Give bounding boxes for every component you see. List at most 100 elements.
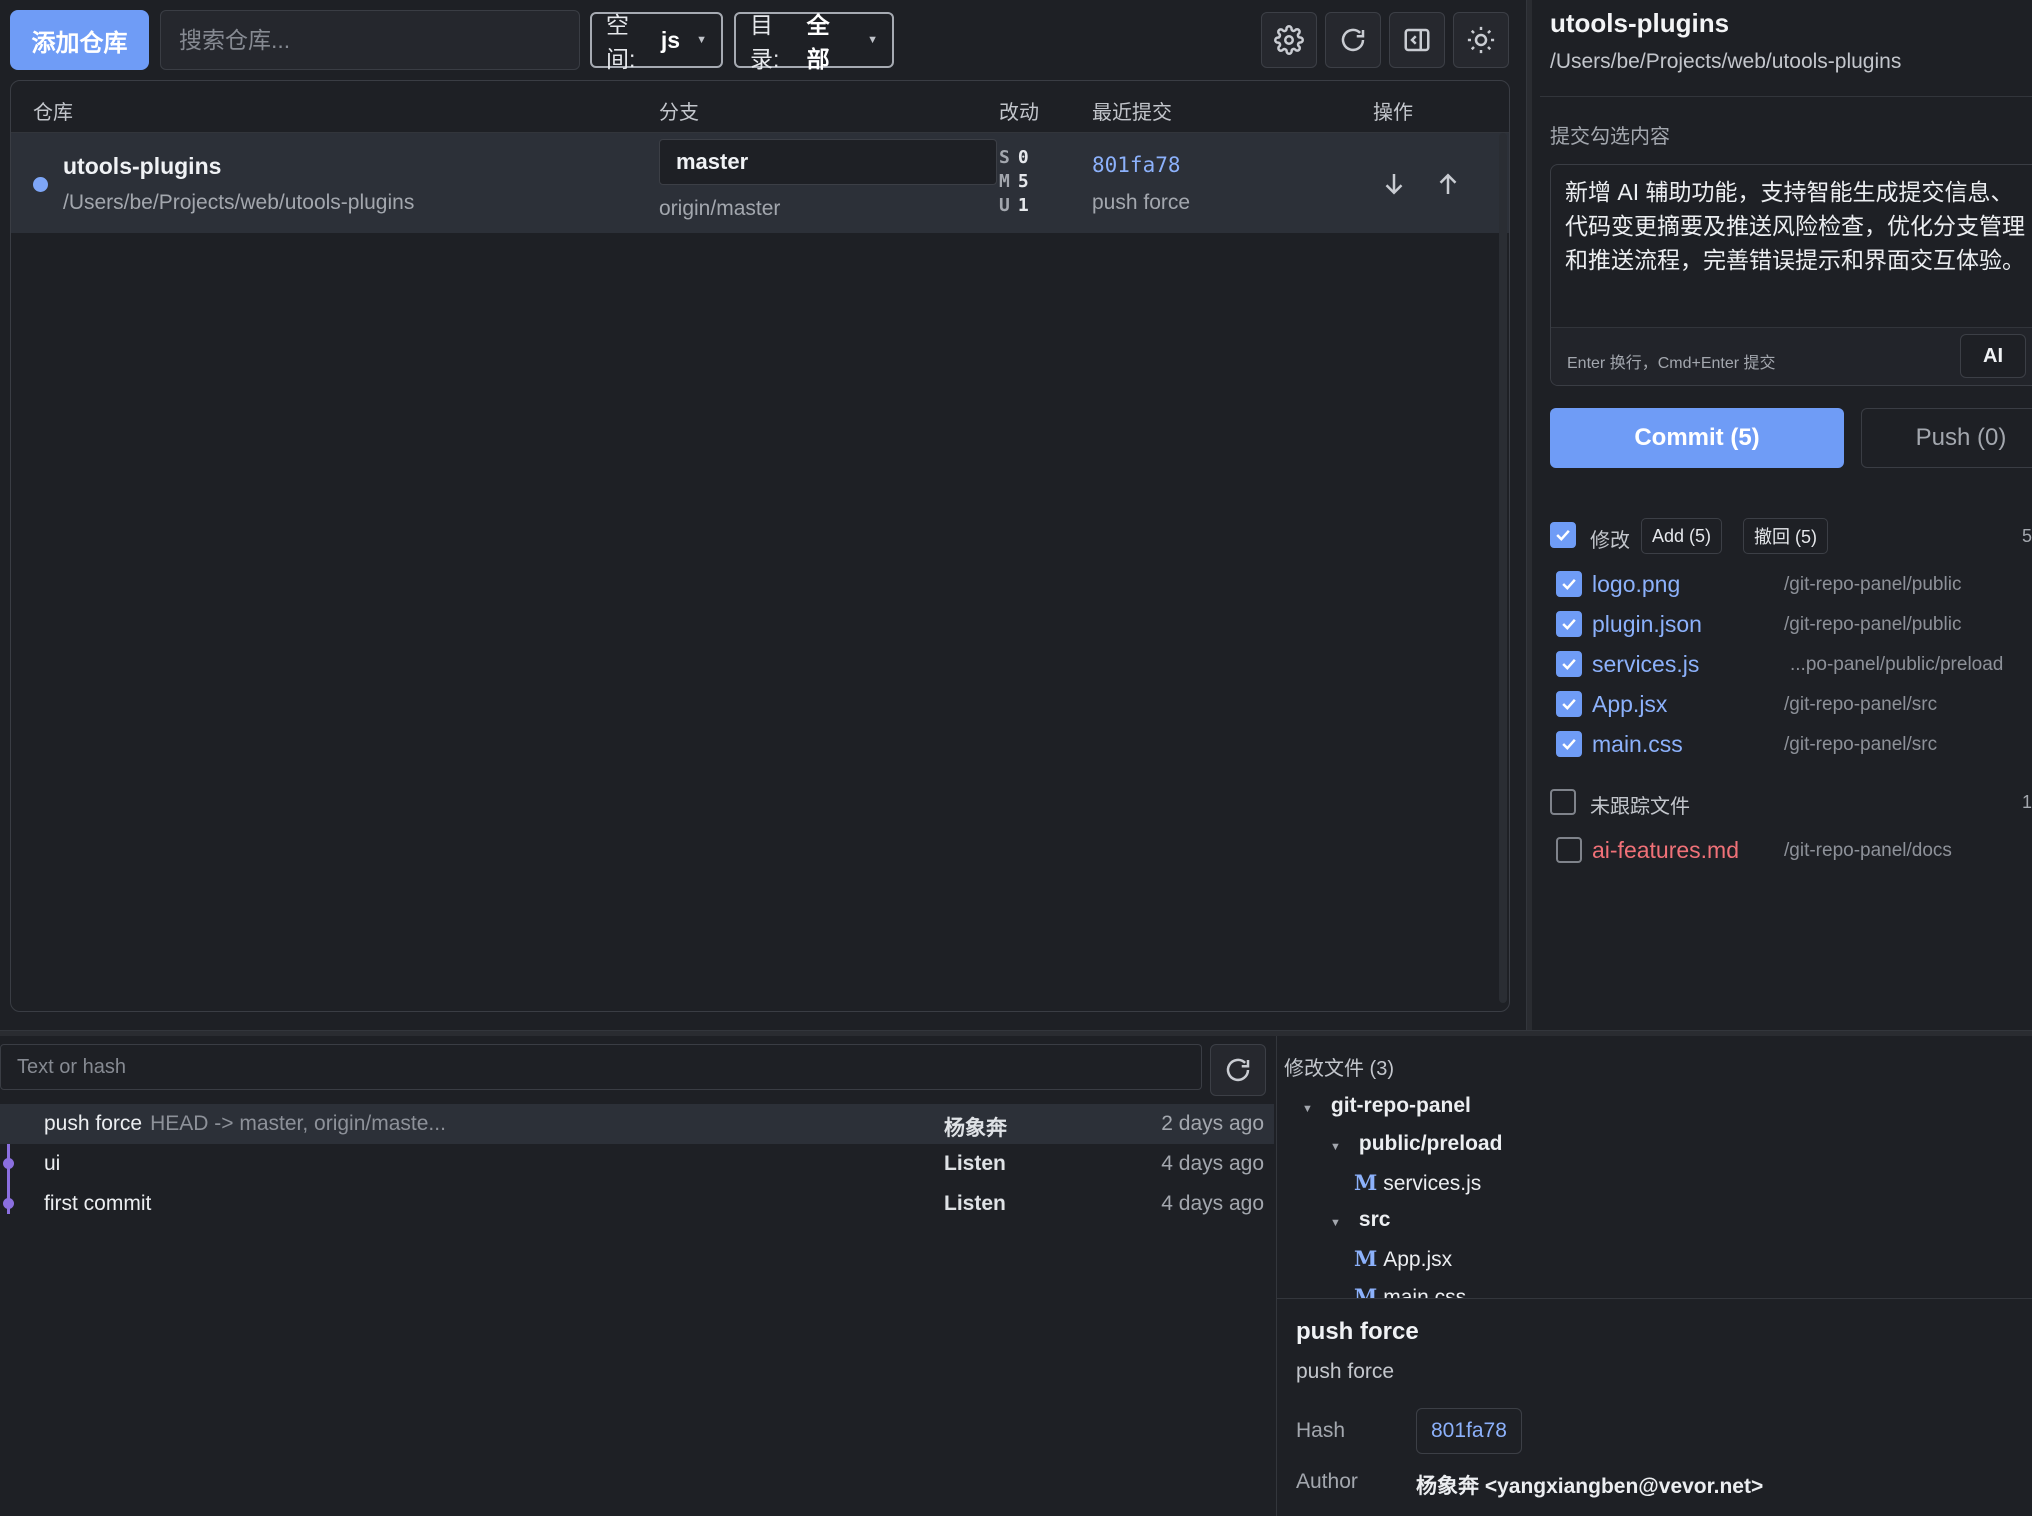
branch-select[interactable]: master [659,139,997,185]
commit-section-label: 提交勾选内容 [1550,126,1670,148]
space-select-value: js [660,26,681,53]
file-checkbox[interactable] [1556,571,1582,597]
gear-icon [1274,25,1304,55]
file-name[interactable]: main.css [1592,731,1683,758]
file-name[interactable]: services.js [1592,651,1699,678]
modified-section-label: 修改 [1590,530,1630,552]
chevron-down-icon: ▼ [696,34,707,46]
file-path: /git-repo-panel/docs [1784,840,1952,861]
file-checkbox[interactable] [1556,731,1582,757]
commit-refs: HEAD -> master, origin/maste... [150,1112,446,1135]
panel-resize-handle[interactable] [1526,0,1532,1030]
commit-row-message: push force HEAD -> master, origin/maste..… [44,1112,446,1135]
commit-detail-hash[interactable]: 801fa78 [1416,1408,1522,1454]
tree-file[interactable]: Mservices.js [1354,1170,1481,1196]
file-name[interactable]: ai-features.md [1592,837,1739,864]
settings-button[interactable] [1261,12,1317,68]
commit-row[interactable]: first commit Listen 4 days ago [0,1184,1274,1224]
directory-select[interactable]: 目录: 全部 ▼ [734,12,894,72]
refresh-button[interactable] [1325,12,1381,68]
chevron-down-icon: ▼ [867,34,878,46]
divider [1276,1298,2032,1299]
modified-badge: M [1354,1284,1378,1298]
file-path: /git-repo-panel/src [1784,694,1938,715]
commit-row-author: 杨象奔 [944,1117,1007,1140]
file-checkbox[interactable] [1556,611,1582,637]
push-arrow-button[interactable] [1433,169,1463,199]
space-select-prefix: 空间: [606,12,636,72]
tree-folder[interactable]: ▼ public/preload [1330,1132,1502,1156]
commit-shortcut-hint: Enter 换行，Cmd+Enter 提交 [1567,355,1776,372]
caret-down-icon: ▼ [1330,1141,1341,1153]
pull-button[interactable] [1379,169,1409,199]
active-repo-dot [33,177,48,192]
table-row[interactable]: utools-plugins /Users/be/Projects/web/ut… [11,133,1509,233]
check-icon [1562,578,1576,590]
modified-badge: M [1354,1246,1378,1271]
file-name[interactable]: logo.png [1592,571,1680,598]
log-search-input[interactable] [0,1044,1202,1090]
repo-table: 仓库 分支 改动 最近提交 操作 utools-plugins /Users/b… [10,80,1510,1012]
tree-folder[interactable]: ▼ src [1330,1208,1390,1232]
refresh-icon [1341,28,1365,52]
tree-file[interactable]: M App.jsx [1354,1246,1452,1272]
file-checkbox[interactable] [1556,837,1582,863]
add-repo-button[interactable]: 添加仓库 [10,10,149,70]
repo-search-input[interactable] [160,10,580,70]
commit-row[interactable]: ui Listen 4 days ago [0,1144,1274,1184]
stat-staged: S0 [999,147,1029,168]
commit-row-message: ui [44,1152,61,1175]
modified-select-all-checkbox[interactable] [1550,522,1576,548]
revert-all-button[interactable]: 撤回 (5) [1743,518,1828,554]
hash-label: Hash [1296,1419,1346,1442]
check-icon [1562,658,1576,670]
commit-row-time: 4 days ago [1161,1152,1264,1175]
untracked-select-all-checkbox[interactable] [1550,789,1576,815]
commit-detail-title: push force [1296,1318,1419,1345]
remote-branch: origin/master [659,197,781,220]
theme-toggle-button[interactable] [1453,12,1509,68]
log-refresh-button[interactable] [1210,1044,1266,1096]
commit-message-text[interactable]: 新增 AI 辅助功能，支持智能生成提交信息、代码变更摘要及推送风险检查，优化分支… [1565,175,2032,277]
col-header-repo: 仓库 [33,102,73,124]
commit-detail-body: push force [1296,1360,1395,1383]
branch-name: master [676,149,749,174]
commit-button[interactable]: Commit (5) [1550,408,1844,468]
file-path: /git-repo-panel/public [1784,574,1962,595]
table-scrollbar[interactable] [1499,133,1507,1003]
commit-row[interactable]: push force HEAD -> master, origin/maste..… [0,1104,1274,1144]
repo-name: utools-plugins [63,153,222,179]
commit-row-time: 2 days ago [1161,1112,1264,1135]
untracked-section-label: 未跟踪文件 [1590,796,1690,818]
ai-generate-button[interactable]: AI [1960,334,2026,378]
file-name[interactable]: App.jsx [1592,691,1667,718]
file-checkbox[interactable] [1556,651,1582,677]
commit-hash-link[interactable]: 801fa78 [1092,153,1181,177]
app-root: 添加仓库 空间: js ▼ 目录: 全部 ▼ 仓库 分支 改动 最近提交 操作 … [0,0,2032,1516]
file-path: ...po-panel/public/preload [1790,654,2004,675]
commit-detail-author: 杨象奔 <yangxiangben@vevor.net> [1416,1475,1764,1498]
add-all-button[interactable]: Add (5) [1641,518,1723,554]
file-path: /git-repo-panel/public [1784,614,1962,635]
directory-select-value: 全部 [806,12,830,72]
push-button[interactable]: Push (0) [1861,408,2032,468]
untracked-count: 1 [2022,792,2032,812]
panel-toggle-icon [1404,28,1430,52]
stat-modified: M5 [999,171,1029,192]
space-select[interactable]: 空间: js ▼ [590,12,723,72]
tree-folder[interactable]: ▼ git-repo-panel [1302,1094,1471,1118]
panel-repo-path: /Users/be/Projects/web/utools-plugins [1550,50,1902,73]
tree-file-clip: Mmain.css [1354,1284,1466,1298]
file-checkbox[interactable] [1556,691,1582,717]
repo-path: /Users/be/Projects/web/utools-plugins [63,191,415,214]
repo-table-header: 仓库 分支 改动 最近提交 操作 [11,81,1509,133]
directory-select-prefix: 目录: [750,12,780,72]
commit-row-author: Listen [944,1192,1006,1215]
tree-file[interactable]: Mmain.css [1354,1284,1466,1298]
col-header-branch: 分支 [659,102,699,124]
check-icon [1562,738,1576,750]
file-name[interactable]: plugin.json [1592,611,1702,638]
check-icon [1562,618,1576,630]
col-header-actions: 操作 [1373,102,1413,124]
toggle-panel-button[interactable] [1389,12,1445,68]
